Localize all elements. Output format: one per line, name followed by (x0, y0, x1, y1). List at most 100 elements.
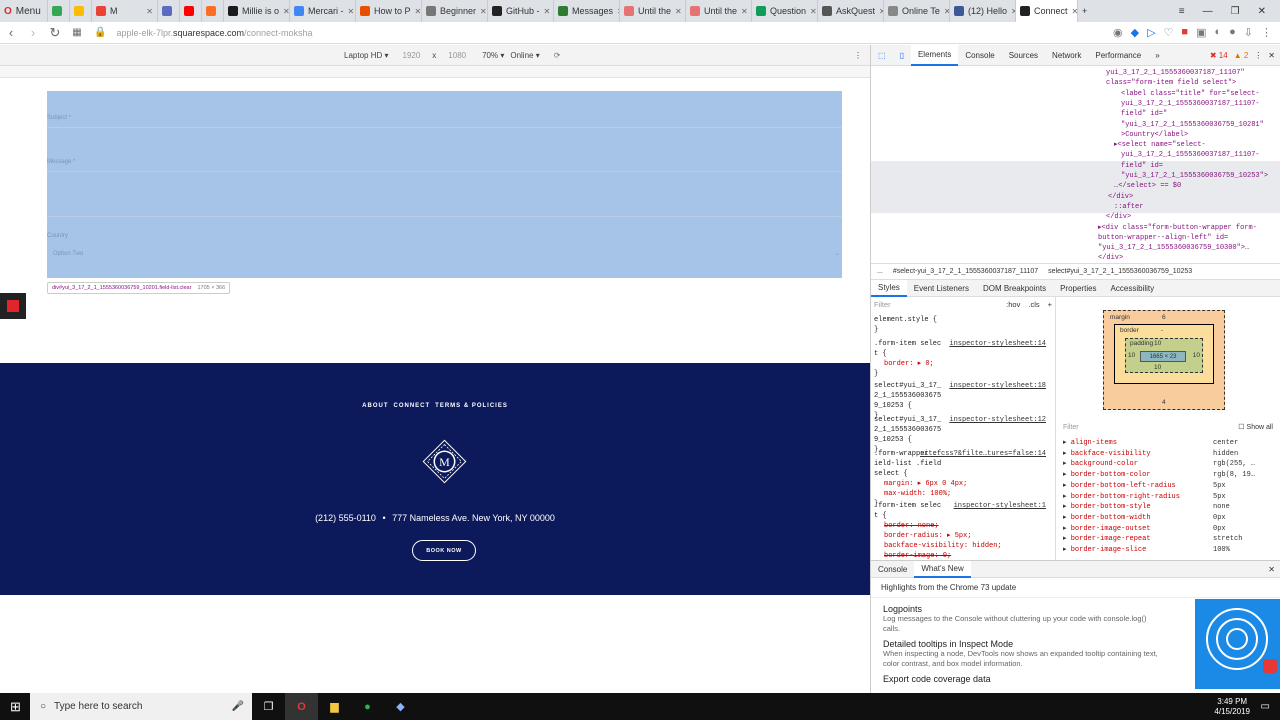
system-clock[interactable]: 3:49 PM 4/15/2019 (1214, 697, 1280, 717)
computed-property[interactable]: ▸ border-image-repeat stretch (1063, 534, 1278, 545)
tab-close-icon[interactable]: ✕ (675, 7, 682, 16)
dom-node-line[interactable]: "yui_3_17_2_1_1555360036759_10300">… (1098, 243, 1249, 253)
rule-source-link[interactable]: inspector-stylesheet:12 (949, 415, 1046, 425)
book-now-button[interactable]: BOOK NOW (412, 540, 476, 561)
computed-property[interactable]: ▸ align-items center (1063, 438, 1278, 449)
rule-source-link[interactable]: inspector-stylesheet:1 (954, 501, 1046, 511)
tab-close-icon[interactable]: ✕ (146, 7, 153, 16)
dom-node-line[interactable]: </div> (1098, 253, 1123, 263)
forward-icon[interactable]: › (22, 25, 44, 40)
download-icon[interactable]: ⇩ (1244, 26, 1253, 39)
styles-subtab[interactable]: Accessibility (1104, 280, 1162, 297)
extension-icon[interactable]: ■ (1181, 26, 1188, 39)
browser-tab[interactable] (180, 0, 202, 22)
cls-toggle[interactable]: .cls (1028, 300, 1039, 310)
speed-dial-icon[interactable]: ▦ (66, 27, 88, 38)
subject-field[interactable] (47, 127, 842, 128)
css-rule[interactable]: .form-item select {inspector-stylesheet:… (874, 339, 1050, 379)
padding-right-value[interactable]: 10 (1193, 352, 1200, 359)
footer-nav-link[interactable]: ABOUT (362, 403, 388, 409)
computed-property[interactable]: ▸ border-bottom-left-radius 5px (1063, 481, 1278, 492)
whats-new-item[interactable]: Detailed tooltips in Inspect Mode When in… (883, 639, 1159, 668)
breadcrumb-item[interactable]: ... (877, 268, 883, 275)
send-icon[interactable]: ▷ (1147, 26, 1155, 39)
width-input[interactable]: 1920 (403, 51, 421, 60)
hov-toggle[interactable]: :hov (1006, 300, 1020, 310)
rule-source-link[interactable]: inspector-stylesheet:14 (949, 339, 1046, 349)
padding-left-value[interactable]: 10 (1128, 352, 1135, 359)
file-explorer-icon[interactable]: ▆ (318, 693, 351, 720)
dom-node-line[interactable]: ▸<div class="form-button-wrapper form- (1098, 223, 1257, 233)
margin-top-value[interactable]: 6 (1162, 314, 1166, 321)
dom-node-line[interactable]: field" id= (1121, 161, 1163, 171)
device-more-icon[interactable]: ⋮ (854, 51, 862, 60)
styles-subtab[interactable]: Styles (871, 279, 907, 297)
dom-node-line[interactable]: </div> (1108, 192, 1133, 202)
rule-source-link[interactable]: inspector-stylesheet:18 (949, 381, 1046, 391)
devtools-menu-icon[interactable]: ⋮ (1254, 51, 1262, 60)
phone-number[interactable]: (212) 555-0110 (315, 513, 376, 523)
dom-node-line[interactable]: yui_3_17_2_1_1555360037187_11107- (1121, 150, 1260, 160)
browser-tab[interactable]: AskQuest✕ (818, 0, 884, 22)
dom-node-line[interactable]: "yui_3_17_2_1_1555360036759_10281" (1121, 120, 1264, 130)
device-select[interactable]: Laptop HD ▾ (344, 51, 389, 60)
computed-property[interactable]: ▸ border-bottom-width 0px (1063, 513, 1278, 524)
record-button[interactable] (0, 293, 26, 319)
browser-tab[interactable]: Online Te ✕ (884, 0, 950, 22)
tab-close-icon[interactable]: ✕ (415, 7, 421, 16)
browser-tab[interactable]: (12) Hello✕ (950, 0, 1016, 22)
devtools-close-icon[interactable]: ✕ (1268, 51, 1275, 60)
network-select[interactable]: Online ▾ (510, 51, 539, 60)
computed-property[interactable]: ▸ border-bottom-color rgb(8, 19… (1063, 470, 1278, 481)
browser-tab[interactable]: M ✕ (92, 0, 158, 22)
devtools-tab[interactable]: Sources (1002, 45, 1045, 66)
border-value[interactable]: - (1161, 327, 1163, 334)
tab-close-icon[interactable]: ✕ (810, 7, 817, 16)
warning-count[interactable]: ▲ 2 (1234, 51, 1249, 60)
camera-icon[interactable]: ◉ (1113, 26, 1123, 39)
windows-start-icon[interactable]: ⊞ (10, 699, 21, 715)
drawer-close-icon[interactable]: ✕ (1268, 565, 1280, 574)
computed-property[interactable]: ▸ background-color rgb(255, … (1063, 459, 1278, 470)
dom-node-line[interactable]: >Country</label> (1121, 130, 1188, 140)
message-field[interactable] (47, 216, 842, 217)
styles-subtab[interactable]: Event Listeners (907, 280, 976, 297)
css-property[interactable]: backface-visibility: hidden; (874, 541, 1050, 551)
dom-node-line[interactable]: ::after (1114, 202, 1143, 212)
close-window-icon[interactable]: ✕ (1258, 6, 1266, 17)
extension4-icon[interactable]: ● (1229, 26, 1236, 39)
new-rule-icon[interactable]: + (1048, 300, 1052, 310)
footer-nav-link[interactable]: CONNECT (394, 403, 431, 409)
css-rule[interactable]: .form-item select {inspector-stylesheet:… (874, 501, 1050, 560)
browser-tab[interactable] (48, 0, 70, 22)
devtools-tab[interactable]: Elements (910, 44, 959, 66)
devtools-tab[interactable]: Network (1045, 45, 1088, 66)
padding-top-value[interactable]: 10 (1154, 340, 1161, 347)
url-field[interactable]: apple-elk-7lpr.squarespace.com/connect-m… (116, 28, 312, 38)
zoom-select[interactable]: 70% ▾ (482, 51, 504, 60)
browser-tab[interactable] (158, 0, 180, 22)
rule-source-link[interactable]: site.css?&filte…tures=false:14 (920, 449, 1046, 459)
devtools-tab[interactable]: Performance (1088, 45, 1148, 66)
tab-close-icon[interactable]: ✕ (544, 7, 551, 16)
tab-close-icon[interactable]: ✕ (741, 7, 748, 16)
heart-icon[interactable]: ♡ (1164, 26, 1174, 39)
reload-icon[interactable]: ↻ (44, 25, 66, 41)
extension3-icon[interactable]: ◐ (1214, 26, 1221, 39)
browser-tab[interactable]: GitHub - ✕ (488, 0, 554, 22)
css-property[interactable]: border: ▸ 0; (874, 359, 1050, 369)
styles-subtab[interactable]: DOM Breakpoints (976, 280, 1053, 297)
dom-node-line[interactable]: </div> (1106, 212, 1131, 222)
inspect-element-icon[interactable]: ⬚ (871, 45, 893, 66)
browser-tab[interactable]: Millie is o ✕ (224, 0, 290, 22)
margin-bottom-value[interactable]: 4 (1162, 399, 1166, 406)
browser-tab[interactable]: Beginner ✕ (422, 0, 488, 22)
styles-subtab[interactable]: Properties (1053, 280, 1103, 297)
app-icon[interactable]: ◆ (384, 693, 417, 720)
computed-property[interactable]: ▸ border-bottom-style none (1063, 502, 1278, 513)
country-select[interactable]: Option Two (53, 251, 83, 257)
browser-tab[interactable]: Until the ✕ (686, 0, 752, 22)
vpn-icon[interactable]: ◆ (1131, 26, 1139, 39)
css-property[interactable]: max-width: 100%; (874, 489, 1050, 499)
styles-filter-input[interactable]: Filter (874, 300, 891, 310)
